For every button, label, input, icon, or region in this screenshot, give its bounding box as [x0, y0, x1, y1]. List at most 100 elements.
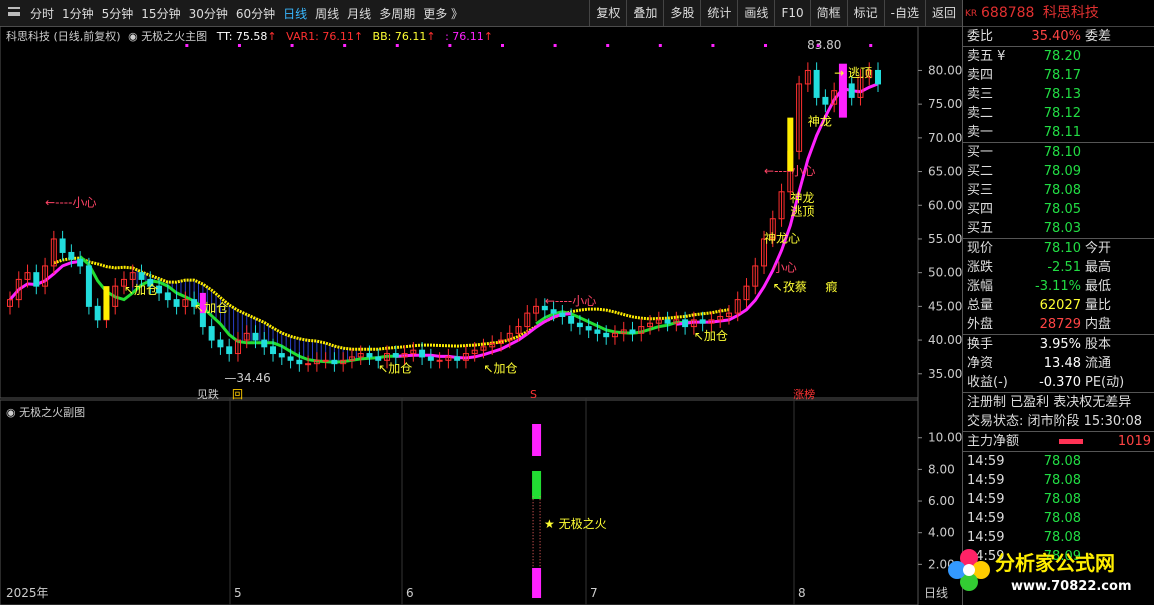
x-tick-label-0: 2025年: [6, 586, 49, 600]
candle-body-71: [629, 329, 636, 334]
candle-body-99: [875, 69, 881, 85]
sub-y-tick-label-2: 6.00: [928, 494, 955, 508]
tags-text: 注册制 已盈利 表决权无差异: [967, 395, 1132, 410]
annotation-6: ↖加仓: [694, 329, 728, 343]
period-tab-2[interactable]: 5分钟: [98, 5, 138, 22]
high-label: 83.80: [807, 38, 841, 52]
sell-book: 卖五 ¥ 78.20 卖四 78.17 卖三 78.13 卖二 78.12 卖一 78.11: [963, 46, 1154, 142]
period-tab-7[interactable]: 周线: [311, 5, 343, 22]
candle-body-34: [305, 363, 312, 366]
stats-table-2: 换手 3.95% 股本 净资 13.48 流通 收益(-) -0.370 PE(动): [963, 334, 1154, 392]
sub-col-top: [532, 424, 542, 456]
watermark-url: www.70822.com: [1011, 579, 1132, 594]
buy-book: 买一 78.10 买二 78.09 买三 78.08 买四 78.05 买五 78.03: [963, 142, 1154, 238]
stat-row-3-right: 量比: [1085, 298, 1112, 313]
chart-area[interactable]: 80.00 75.00 70.00 65.00 60.00 55.00 50.00 45.00…: [0, 26, 962, 605]
tool-button-7[interactable]: 标记: [846, 0, 884, 26]
candle-body-32: [287, 356, 294, 361]
flow-bar: [1059, 439, 1083, 444]
sub-legend[interactable]: ◉ 无极之火副图: [6, 404, 85, 420]
tool-button-5[interactable]: F10: [774, 0, 809, 26]
sub-y-tick-label-3: 4.00: [928, 526, 955, 540]
period-tab-6[interactable]: 日线: [279, 5, 311, 22]
stat2-row-1-value: 13.48: [1043, 356, 1081, 371]
tool-button-0[interactable]: 复权: [589, 0, 626, 26]
sub-star-label: ★ 无极之火: [544, 517, 607, 531]
indicator-dropdown[interactable]: ◉ 无极之火主图: [128, 30, 207, 43]
candle-body-51: [454, 356, 461, 361]
sell-row-3-label: 卖二: [967, 106, 994, 121]
weibi-label: 委比: [967, 29, 994, 44]
candle-body-49: [436, 359, 443, 362]
period-tab-8[interactable]: 月线: [343, 5, 375, 22]
candle-body-41: [366, 353, 373, 358]
main-frame: [0, 26, 919, 399]
stock-title: 科思科技 (日线,前复权): [6, 30, 121, 43]
sell-row-4-label: 卖一: [967, 125, 994, 140]
indicator-name: 无极之火主图: [141, 30, 208, 43]
stat-row-2-label: 涨幅: [967, 279, 994, 294]
main-legend: 科思科技 (日线,前复权) ◉ 无极之火主图 TT: 75.58↑ VAR1: …: [6, 30, 493, 43]
stat-row-0: 现价 78.10 今开: [963, 239, 1154, 258]
tool-button-3[interactable]: 统计: [700, 0, 737, 26]
stat-row-3-label: 总量: [967, 298, 994, 313]
top-dot-68: [606, 44, 610, 47]
sell-row-1-value: 78.17: [1043, 68, 1081, 83]
sell-row-3-value: 78.12: [1043, 106, 1081, 121]
buy-row-3: 买四 78.05: [963, 200, 1154, 219]
tool-button-1[interactable]: 叠加: [626, 0, 663, 26]
candle-body-33: [296, 359, 303, 365]
top-dot-26: [237, 44, 241, 47]
candle-body-93: [822, 96, 829, 105]
sell-row-4-value: 78.11: [1043, 125, 1081, 140]
bottom-mark-2: S: [530, 388, 537, 401]
candle-body-31: [278, 353, 285, 358]
period-tab-1[interactable]: 1分钟: [58, 5, 98, 22]
stat-row-0-value: 78.10: [1043, 241, 1081, 256]
period-tab-4[interactable]: 30分钟: [185, 5, 232, 22]
green-line: [79, 255, 405, 364]
tool-button-4[interactable]: 画线: [737, 0, 774, 26]
period-tab-5[interactable]: 60分钟: [232, 5, 279, 22]
tool-button-8[interactable]: -自选: [883, 0, 925, 26]
sell-row-4: 卖一 78.11: [963, 123, 1154, 142]
watermark-text: 分析家公式网: [995, 551, 1115, 575]
y-tick-label-8: 40.00: [928, 333, 962, 347]
grid-icon[interactable]: [8, 7, 20, 19]
watermark-logo: 分析家公式网 www.70822.com: [948, 549, 1132, 594]
period-tab-3[interactable]: 15分钟: [137, 5, 184, 22]
candle-body-64: [568, 315, 575, 324]
annotation-14: 神龙: [808, 115, 832, 129]
period-tab-10[interactable]: 更多 》: [419, 5, 467, 22]
sub-col-green: [532, 470, 542, 499]
tick-row-2: 14:59 78.08: [963, 490, 1154, 509]
candle-body-18: [164, 292, 171, 301]
sell-row-2-value: 78.13: [1043, 87, 1081, 102]
tool-button-9[interactable]: 返回: [924, 0, 962, 26]
sell-row-2: 卖三 78.13: [963, 85, 1154, 104]
candle-body-28: [252, 332, 259, 341]
annotation-11: 逃顶: [790, 204, 814, 218]
x-tick-label-4: 8: [798, 586, 806, 600]
tool-button-6[interactable]: 简框: [809, 0, 847, 26]
buy-row-2-label: 买三: [967, 183, 994, 198]
stat2-row-2-right: PE(动): [1085, 375, 1125, 390]
annotation-8: 瘕: [825, 279, 837, 294]
tool-button-2[interactable]: 多股: [663, 0, 700, 26]
candle-body-47: [419, 349, 426, 358]
sell-row-1: 卖四 78.17: [963, 66, 1154, 85]
candle-body-66: [585, 326, 592, 331]
sell-row-3: 卖二 78.12: [963, 104, 1154, 123]
period-tab-0[interactable]: 分时: [26, 5, 58, 22]
var1-value: VAR1: 76.11: [286, 30, 354, 43]
annotation-0: ←----小心: [45, 196, 96, 210]
stat-row-1-value: -2.51: [1047, 260, 1081, 275]
y-tick-label-4: 60.00: [928, 198, 962, 212]
top-dot-98: [869, 44, 873, 47]
stock-code: 688788: [981, 5, 1035, 21]
low-label: —34.46: [224, 371, 270, 385]
kline-chart[interactable]: 80.00 75.00 70.00 65.00 60.00 55.00 50.00 45.00…: [0, 26, 962, 605]
period-tab-9[interactable]: 多周期: [375, 5, 419, 22]
stat2-row-0: 换手 3.95% 股本: [963, 335, 1154, 354]
buy-row-1-label: 买二: [967, 164, 994, 179]
